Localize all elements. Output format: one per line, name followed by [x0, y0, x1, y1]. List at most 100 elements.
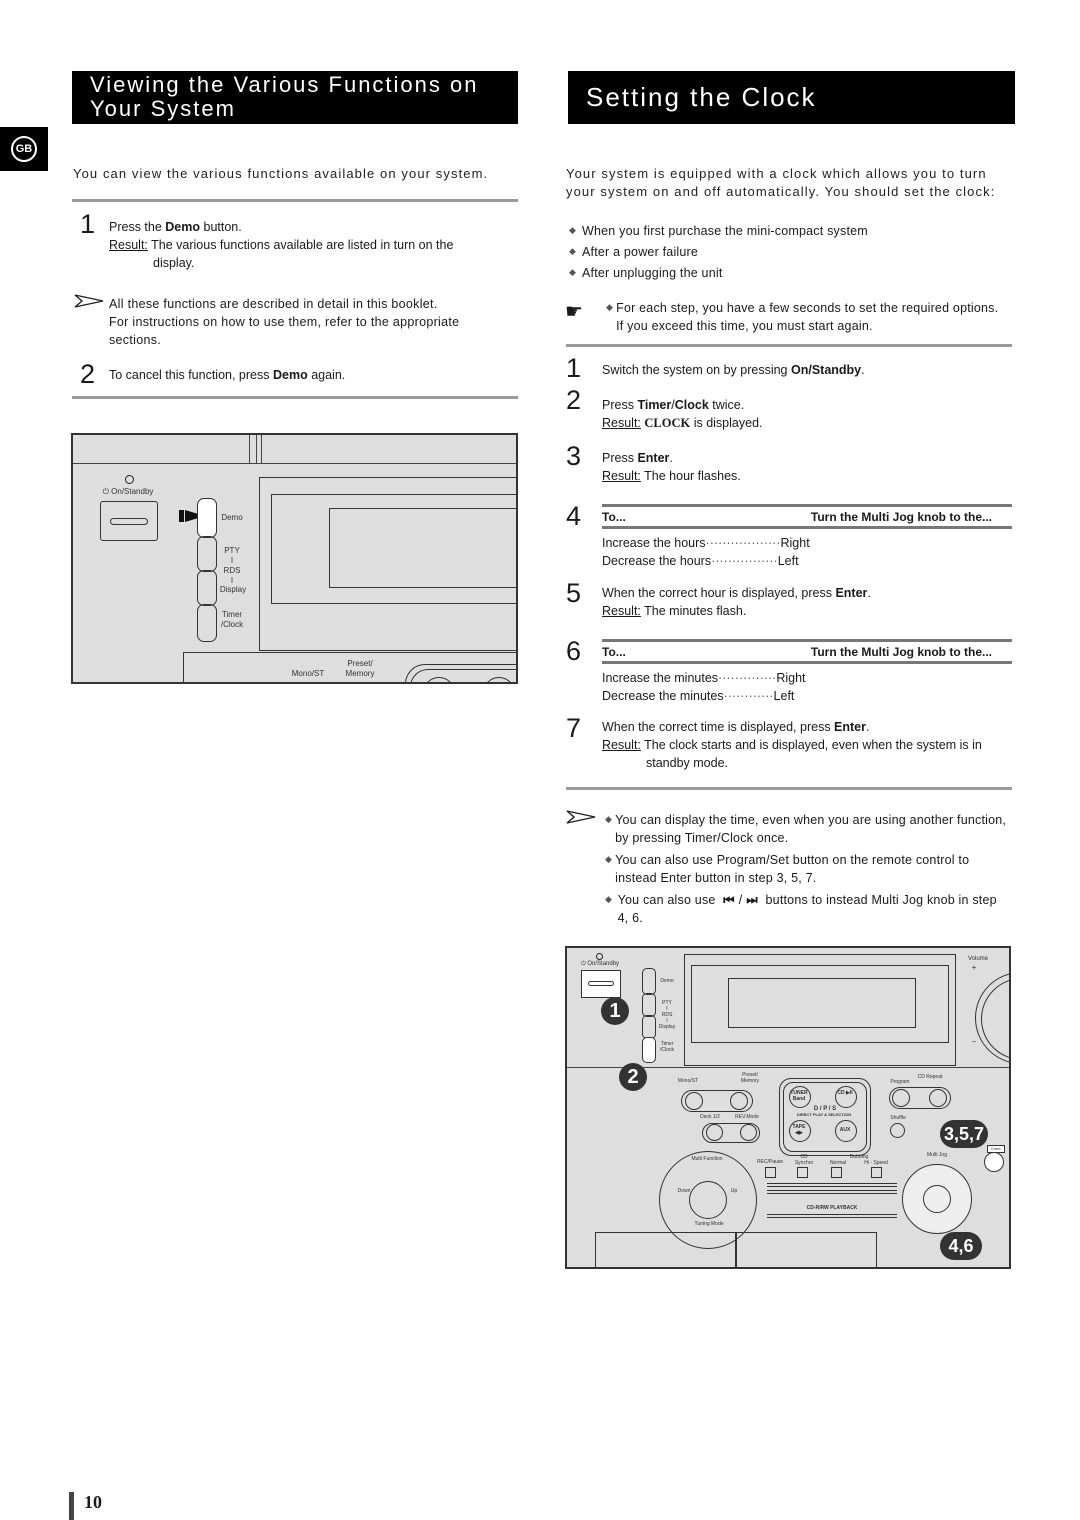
left-step-2: To cancel this function, press Demo agai… — [109, 368, 346, 382]
demo-button[interactable] — [642, 968, 656, 995]
rds-label: RDS — [223, 566, 241, 575]
divider — [72, 199, 518, 202]
step-badge-2: 2 — [619, 1063, 647, 1091]
cd-rw-playback-label: CD-R/RW PLAYBACK — [806, 1205, 858, 1211]
table-header: To... Turn the Multi Jog knob to the... — [602, 504, 1012, 529]
separator-label: I — [230, 556, 234, 565]
on-standby-button[interactable] — [100, 501, 158, 541]
timer-label: Timer — [221, 610, 243, 619]
program-button[interactable] — [892, 1089, 910, 1107]
volume-label: Volume — [967, 956, 988, 962]
clock-label: /Clock — [220, 620, 244, 629]
deck-button[interactable] — [706, 1124, 723, 1141]
normal-dubbing-button[interactable] — [831, 1167, 842, 1178]
cd-repeat-button[interactable] — [929, 1089, 947, 1107]
cd-play-label: CD ▶II — [837, 1090, 853, 1096]
note-arrow-icon — [74, 294, 104, 313]
dps-sub-label: DIRECT PLAY & SELECTION — [796, 1112, 852, 1117]
note-item: ◆ You can also use ⏮ / ⏭ buttons to instea… — [605, 893, 997, 925]
on-standby-label: ⏻ On/Standby — [580, 961, 620, 967]
tape-label: TAPE ◀▶ — [792, 1124, 806, 1136]
device-panel-illustration-left: ⏻ On/Standby Demo PTY I RDS I Display Ti… — [71, 433, 518, 684]
timer-clock-button[interactable] — [642, 1037, 656, 1063]
table-row: Increase the minutes ·············· Right — [602, 671, 806, 685]
preset-label: Preset/ — [347, 659, 373, 668]
multi-function-label: Multi Function — [691, 1156, 723, 1162]
mono-st-label: Mono/ST — [677, 1078, 699, 1084]
language-label: GB — [11, 136, 37, 162]
step-number: 5 — [566, 578, 582, 608]
rds-button[interactable] — [197, 570, 217, 606]
cd-synchro-label: CD Synchro — [794, 1154, 814, 1166]
clock-step-7: When the correct time is displayed, pres… — [602, 720, 982, 770]
clock-step-3: Press Enter. Result: The hour flashes. — [602, 451, 741, 483]
hi-speed-dubbing-button[interactable] — [871, 1167, 882, 1178]
clock-conditions-list: ◆ When you first purchase the mini-compac… — [569, 222, 1009, 285]
note-item: ◆ You can also use Program/Set button on … — [605, 853, 970, 885]
memory-label: Memory — [345, 669, 375, 678]
divider — [566, 344, 1012, 347]
step-number: 3 — [566, 441, 582, 471]
rec-pause-label: REC/Pause — [756, 1159, 784, 1165]
rev-mode-label: REV.Mode — [735, 1114, 759, 1120]
step-number: 4 — [566, 501, 582, 531]
preset-memory-button[interactable] — [730, 1092, 748, 1110]
clock-step-5: When the correct hour is displayed, pres… — [602, 586, 871, 618]
on-standby-label: ⏻ On/Standby — [102, 487, 154, 496]
enter-button[interactable] — [984, 1152, 1004, 1172]
table-row: Increase the hours ·················· Righ… — [602, 536, 810, 550]
step-number: 1 — [566, 353, 582, 383]
shuffle-label: Shuffle — [890, 1115, 906, 1121]
step-badge-3-5-7: 3,5,7 — [940, 1120, 988, 1148]
mono-st-button[interactable] — [685, 1092, 703, 1110]
page-marker — [69, 1492, 74, 1520]
down-label: Down — [677, 1188, 691, 1194]
multi-jog-label: Multi Jog — [926, 1152, 947, 1158]
table-row: Decrease the hours ················ Left — [602, 554, 799, 568]
hours-table: To... Turn the Multi Jog knob to the... I… — [602, 504, 1012, 570]
tuner-band-label: TUNER Band — [790, 1090, 808, 1102]
step-number: 6 — [566, 636, 582, 666]
display-label: Display — [219, 585, 247, 594]
section-title-viewing-functions: Viewing the Various Functions on Your Sy… — [72, 71, 518, 124]
timer-clock-button[interactable] — [197, 604, 217, 642]
list-item: ◆ When you first purchase the mini-compac… — [569, 224, 868, 238]
left-step-1: Press the Demo button. Result: The vario… — [109, 220, 454, 270]
step-number: 2 — [566, 385, 582, 415]
pty-button[interactable] — [642, 993, 656, 1017]
tuning-mode-label: Tuning Mode — [694, 1221, 724, 1227]
display-label: Display — [658, 1024, 676, 1030]
demo-button[interactable] — [197, 498, 217, 538]
cd-repeat-label: CD Repeat — [917, 1074, 943, 1080]
shuffle-button[interactable] — [890, 1123, 905, 1138]
right-intro: Your system is equipped with a clock whi… — [566, 166, 996, 199]
rev-mode-button[interactable] — [740, 1124, 757, 1141]
skip-back-icon: ⏮ — [723, 893, 735, 907]
standby-led — [125, 475, 134, 484]
skip-forward-icon: ⏭ — [746, 893, 758, 907]
mono-st-label: Mono/ST — [291, 669, 325, 678]
table-header: To... Turn the Multi Jog knob to the... — [602, 639, 1012, 664]
aux-label: AUX — [839, 1127, 851, 1133]
normal-label: Normal — [829, 1160, 847, 1166]
clock-label: /Clock — [660, 1047, 674, 1053]
clock-step-1: Switch the system on by pressing On/Stan… — [602, 363, 865, 377]
list-item: ◆ After a power failure — [569, 245, 699, 259]
section-title-setting-clock: Setting the Clock — [568, 71, 1015, 124]
page-number: 10 — [84, 1492, 102, 1512]
display-button[interactable] — [642, 1015, 656, 1039]
pty-rds-display-button[interactable] — [197, 536, 217, 572]
step-badge-4-6: 4,6 — [940, 1232, 982, 1260]
cd-synchro-button[interactable] — [797, 1167, 808, 1178]
demo-label: Demo — [221, 513, 243, 522]
on-standby-button[interactable] — [581, 970, 621, 998]
step-number: 1 — [80, 209, 96, 239]
step-number: 7 — [566, 713, 582, 743]
rec-pause-button[interactable] — [765, 1167, 776, 1178]
table-row: Decrease the minutes ············ Left — [602, 689, 795, 703]
display-screen — [329, 508, 516, 588]
note-arrow-icon — [566, 810, 596, 829]
volume-plus-label: + — [971, 963, 977, 972]
left-note: All these functions are described in det… — [109, 297, 460, 347]
left-intro: You can view the various functions avail… — [73, 166, 489, 181]
